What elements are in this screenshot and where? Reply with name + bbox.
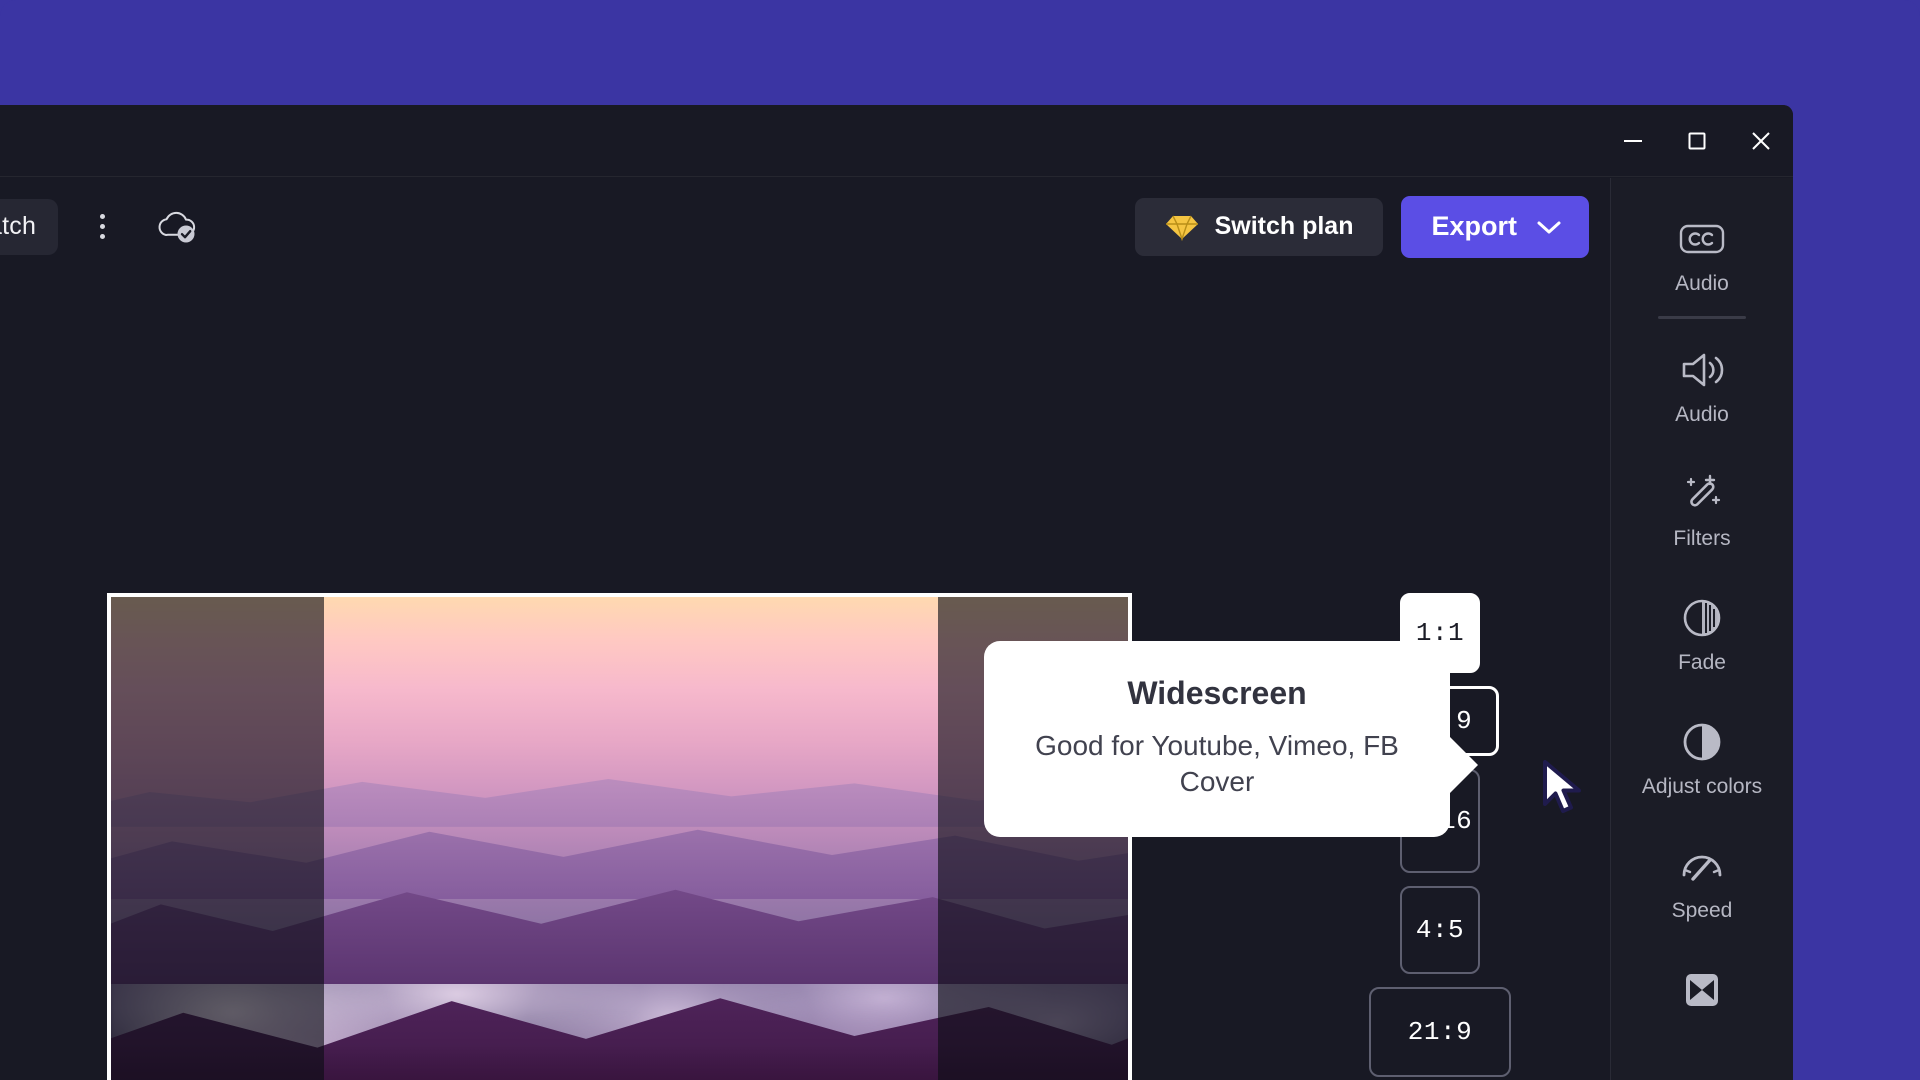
maximize-button[interactable] <box>1665 105 1729 177</box>
chevron-down-icon <box>1537 221 1561 233</box>
sidebar-item-audio[interactable]: Audio <box>1611 333 1793 437</box>
window-titlebar <box>0 105 1793 177</box>
sidebar-item-label: Audio <box>1675 272 1729 295</box>
cursor-arrow-icon <box>1543 760 1581 813</box>
transition-icon <box>1681 967 1723 1013</box>
aspect-ratio-tooltip: Widescreen Good for Youtube, Vimeo, FB C… <box>984 641 1478 837</box>
aspect-ratio-label: 21:9 <box>1407 1017 1473 1047</box>
app-window: atch Switc <box>0 105 1793 1080</box>
speedometer-icon <box>1679 843 1725 889</box>
minimize-button[interactable] <box>1601 105 1665 177</box>
video-preview-canvas <box>111 597 1128 1080</box>
crop-dim-left <box>111 597 324 1080</box>
switch-plan-label: Switch plan <box>1214 212 1354 240</box>
editor-stage: 5 5 <box>0 275 1610 1080</box>
mouse-cursor <box>1542 760 1588 816</box>
diamond-icon <box>1165 215 1198 241</box>
minimize-icon <box>1624 139 1642 142</box>
close-icon <box>1752 131 1770 150</box>
kebab-dot <box>99 214 105 219</box>
cloud-check-icon <box>158 211 196 242</box>
sidebar-item-speed[interactable]: Speed <box>1611 829 1793 933</box>
tooltip-arrow <box>1450 737 1478 793</box>
sidebar-item-label: Audio <box>1675 403 1729 426</box>
cloud-saved-status <box>150 200 204 254</box>
project-name-label: atch <box>0 212 37 240</box>
desktop-backdrop: atch Switc <box>0 0 1920 1080</box>
right-sidebar: Audio Audio Filters Fade Adjust colors S… <box>1610 178 1793 1080</box>
switch-plan-button[interactable]: Switch plan <box>1134 197 1384 256</box>
sidebar-item-label: Fade <box>1678 651 1726 674</box>
top-toolbar: atch Switc <box>0 178 1610 275</box>
more-options-button[interactable] <box>76 201 128 253</box>
sidebar-item-adjust-colors[interactable]: Adjust colors <box>1611 705 1793 809</box>
sidebar-item-filters[interactable]: Filters <box>1611 457 1793 561</box>
magic-wand-icon <box>1680 471 1724 517</box>
sidebar-item-label: Filters <box>1673 527 1731 550</box>
closed-captions-icon <box>1679 216 1725 262</box>
aspect-ratio-option-4-5[interactable]: 4:5 <box>1400 886 1480 974</box>
sidebar-item-fade[interactable]: Fade <box>1611 581 1793 685</box>
export-button[interactable]: Export <box>1401 195 1589 258</box>
tooltip-body: Good for Youtube, Vimeo, FB Cover <box>1035 730 1399 798</box>
export-label: Export <box>1431 211 1517 241</box>
sidebar-item-label: Speed <box>1671 899 1733 922</box>
maximize-icon <box>1688 132 1706 149</box>
aspect-ratio-label: 4:5 <box>1415 915 1465 945</box>
contrast-circle-icon <box>1681 719 1723 765</box>
sidebar-item-label: Adjust colors <box>1641 775 1763 798</box>
speaker-icon <box>1679 347 1725 393</box>
video-preview-frame[interactable] <box>107 593 1132 1080</box>
close-button[interactable] <box>1729 105 1793 177</box>
sidebar-divider <box>1658 316 1746 319</box>
kebab-dot <box>99 224 105 229</box>
kebab-dot <box>99 234 105 239</box>
aspect-ratio-option-21-9[interactable]: 21:9 <box>1369 987 1511 1077</box>
sidebar-item-transition[interactable] <box>1611 953 1793 1033</box>
project-name-chip[interactable]: atch <box>0 198 59 255</box>
tooltip-title: Widescreen <box>1127 675 1307 711</box>
sidebar-item-captions[interactable]: Audio <box>1611 202 1793 306</box>
fade-circle-icon <box>1681 595 1723 641</box>
